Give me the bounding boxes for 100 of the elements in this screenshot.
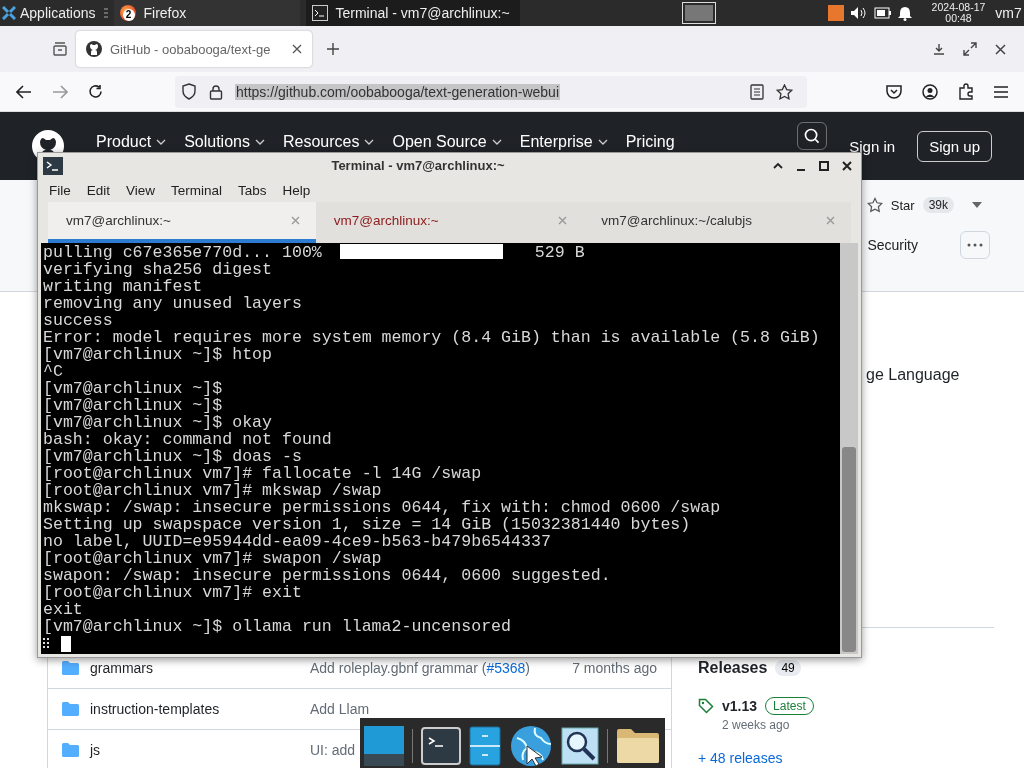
close-icon[interactable] <box>842 160 852 171</box>
address-bar[interactable]: https://github.com/oobabooga/text-generation-webui <box>175 75 807 108</box>
search-icon[interactable] <box>797 122 828 150</box>
terminal-line: Setting up swapspace version 1, size = 14 GiB (15032381440 bytes) <box>43 515 691 534</box>
app-indicator-icon[interactable] <box>827 5 844 21</box>
bell-icon[interactable] <box>897 5 912 21</box>
new-tab-icon[interactable] <box>326 42 340 56</box>
pocket-icon[interactable] <box>886 84 902 99</box>
repo-tab[interactable]: Security <box>867 237 918 253</box>
folder-icon <box>62 661 79 675</box>
terminal-line: [root@archlinux vm7]# fallocate -l 14G /swap <box>43 464 482 483</box>
chevron-icon <box>491 139 502 145</box>
reload-icon[interactable] <box>88 84 103 99</box>
magnifier-icon[interactable] <box>561 726 599 765</box>
desktop-icon[interactable] <box>364 725 404 766</box>
download-icon[interactable] <box>933 43 945 55</box>
taskbar-window-button[interactable]: 2 Firefox <box>113 0 300 26</box>
shield-icon[interactable] <box>181 83 197 100</box>
chevron-icon <box>597 139 608 145</box>
terminal-tab[interactable]: vm7@archlinux:~ <box>48 202 316 243</box>
terminal-line: [vm7@archlinux ~]$ okay <box>43 413 273 432</box>
terminal-line: ^C <box>43 362 63 381</box>
shade-icon[interactable] <box>773 162 783 169</box>
terminal-line: writing manifest <box>43 277 203 296</box>
menu-item[interactable]: Edit <box>86 182 111 198</box>
terminal-line: [vm7@archlinux ~]$ ollama run llama2-uncensored <box>43 617 512 636</box>
commit-message: Add Llam <box>310 701 371 717</box>
maximize-icon[interactable] <box>819 160 829 171</box>
terminal-icon[interactable] <box>421 726 461 765</box>
terminal-line: swapon: /swap: insecure permissions 0644, 0600 suggested. <box>43 566 611 585</box>
menu-item[interactable]: View <box>126 182 156 198</box>
back-icon[interactable] <box>16 84 32 99</box>
sign-in-link[interactable]: Sign in <box>849 137 896 155</box>
clock-date: 2024-08-17 <box>931 2 986 13</box>
nav-menu-item[interactable]: Product <box>96 133 167 151</box>
applications-menu[interactable]: Applications <box>0 5 98 21</box>
terminal-line: [root@archlinux vm7]# swapon /swap <box>43 549 382 568</box>
releases-heading[interactable]: Releases <box>698 659 768 677</box>
terminal-line: Error: model requires more system memory (8.4 GiB) than is available (5.8 GiB) <box>43 328 820 347</box>
volume-icon[interactable] <box>849 6 868 20</box>
user-name[interactable]: vm7 <box>995 5 1022 21</box>
terminal-line: [vm7@archlinux ~]$ <box>43 379 223 398</box>
star-button[interactable]: Star 39k <box>866 197 954 213</box>
reader-view-icon[interactable] <box>750 83 764 100</box>
nav-menu-item[interactable]: Open Source <box>392 133 502 151</box>
close-icon[interactable] <box>995 43 1006 55</box>
menu-item[interactable]: Tabs <box>238 182 267 198</box>
terminal-icon <box>311 5 328 21</box>
workspace-icon[interactable] <box>681 2 716 24</box>
release-version-link[interactable]: v1.13 <box>722 698 758 714</box>
more-releases-link[interactable]: + 48 releases <box>698 750 998 766</box>
terminal-line: success <box>43 311 113 330</box>
caret-icon[interactable] <box>972 202 982 208</box>
tab-list-icon[interactable] <box>52 41 68 57</box>
nav-menu-item[interactable]: Pricing <box>625 133 675 151</box>
menu-item[interactable]: Terminal <box>171 182 223 198</box>
folder-icon <box>62 702 79 716</box>
lock-icon[interactable] <box>209 83 223 100</box>
menu-icon[interactable] <box>994 85 1008 98</box>
clock-time: 00:48 <box>945 13 972 24</box>
apps-menu-icon <box>2 6 16 20</box>
maximize-icon[interactable] <box>963 42 977 56</box>
chevron-icon <box>156 139 167 145</box>
nav-menu-item[interactable]: Solutions <box>184 133 265 151</box>
terminal-tab[interactable]: vm7@archlinux:~/calubjs <box>583 202 851 243</box>
count-badge: 49 <box>775 660 801 676</box>
bookmark-star-icon[interactable] <box>776 83 793 100</box>
file-name-link[interactable]: instruction-templates <box>90 701 310 717</box>
release-date: 2 weeks ago <box>722 718 791 732</box>
sign-up-button[interactable]: Sign up <box>917 130 992 162</box>
menu-item[interactable]: Help <box>282 182 311 198</box>
scrollbar[interactable] <box>840 243 858 654</box>
extensions-icon[interactable] <box>958 83 974 100</box>
close-tab-icon[interactable] <box>292 44 302 54</box>
nav-menu-item[interactable]: Resources <box>282 133 375 151</box>
terminal-line: no label, UUID=e95944dd-ea09-4ce9-b563-b479b6544337 <box>43 532 551 551</box>
taskbar-window-button[interactable]: Terminal - vm7@archlinux:~ <box>305 0 520 26</box>
globe-icon[interactable] <box>509 723 553 768</box>
battery-icon[interactable] <box>873 7 892 19</box>
star-icon <box>866 197 883 213</box>
badge: 2 <box>122 9 135 21</box>
account-icon[interactable] <box>922 83 938 100</box>
menu-item[interactable]: File <box>49 182 71 198</box>
pull-request-link[interactable]: #5368 <box>486 660 526 676</box>
folder-icon[interactable] <box>616 727 660 764</box>
terminal-line: [root@archlinux vm7]# exit <box>43 583 302 602</box>
commit-message: Add roleplay.gbnf grammar (#5368) <box>310 660 531 676</box>
file-name-link[interactable]: grammars <box>90 660 310 676</box>
text-cursor <box>61 635 71 652</box>
file-name-link[interactable]: js <box>90 742 310 758</box>
file-cabinet-icon[interactable] <box>469 725 501 766</box>
forward-icon[interactable] <box>52 84 68 99</box>
terminal-tab[interactable]: vm7@archlinux:~ <box>315 202 584 243</box>
window-title: Terminal - vm7@archlinux:~ <box>330 158 506 173</box>
terminal-line: [vm7@archlinux ~]$ htop <box>43 345 273 364</box>
nav-menu-item[interactable]: Enterprise <box>519 133 608 151</box>
more-icon <box>967 243 983 247</box>
logo-icon <box>86 41 102 57</box>
browser-tab[interactable]: GitHub - oobabooga/text-ge <box>76 31 312 67</box>
chevron-icon <box>364 139 375 145</box>
